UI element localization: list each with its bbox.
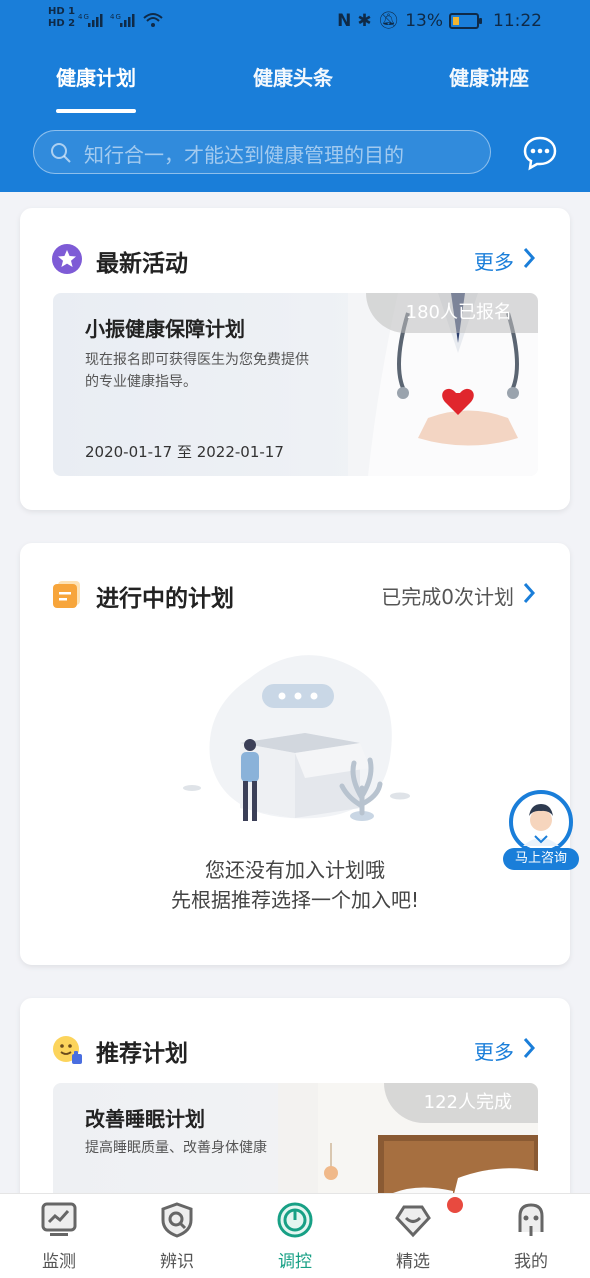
latest-activity-card: 最新活动 更多 小振健康保障计划 现在报名即可获得医生为您免费提供的专业健康指导… (20, 208, 570, 510)
search-bar[interactable]: 知行合一，才能达到健康管理的目的 (33, 130, 491, 174)
bottom-navigation: 监测 辨识 调控 精选 我的 (0, 1193, 590, 1278)
signup-count-badge: 180人已报名 (365, 293, 538, 333)
nav-mine[interactable]: 我的 (491, 1202, 571, 1272)
svg-text:4G: 4G (110, 13, 122, 21)
sim1-label: HD 1 (48, 6, 76, 17)
completed-plans-link[interactable]: 已完成0次计划 (381, 581, 536, 610)
chevron-right-icon (522, 247, 536, 274)
document-icon (52, 579, 82, 613)
nfc-icon: N (337, 11, 352, 31)
tab-health-headlines[interactable]: 健康头条 (253, 62, 333, 91)
search-icon (50, 142, 72, 168)
banner-date-range: 2020-01-17 至 2022-01-17 (85, 443, 284, 461)
svg-text:4G: 4G (78, 13, 90, 21)
heart-diamond-icon (394, 1205, 432, 1243)
nav-label: 调控 (278, 1252, 312, 1272)
nav-monitor[interactable]: 监测 (19, 1202, 99, 1272)
status-right: N ✱ 🔕︎ 13% 11:22 (337, 11, 542, 31)
empty-message-line2: 先根据推荐选择一个加入吧! (170, 888, 420, 912)
sim-indicator: HD 1 HD 2 (48, 6, 75, 30)
nav-featured[interactable]: 精选 (373, 1202, 453, 1272)
notification-dot (447, 1197, 463, 1213)
tab-health-lectures[interactable]: 健康讲座 (449, 62, 529, 91)
more-label: 更多 (474, 250, 514, 274)
power-icon (276, 1202, 314, 1243)
status-bar: HD 1 HD 2 4G 4G N ✱ 🔕︎ 13% 11:22 (0, 0, 590, 46)
nav-label: 监测 (42, 1252, 76, 1272)
tab-health-plan[interactable]: 健康计划 (56, 62, 136, 113)
sleep-banner-title: 改善睡眠计划 (85, 1107, 205, 1131)
more-label: 更多 (474, 1040, 514, 1064)
nav-identify[interactable]: 辨识 (137, 1202, 217, 1272)
nav-label: 精选 (396, 1252, 430, 1272)
nav-label: 我的 (514, 1252, 548, 1272)
battery-icon (449, 13, 482, 29)
shield-search-icon (158, 1202, 196, 1243)
thumbs-up-emoji-icon (52, 1034, 84, 1070)
message-icon[interactable] (522, 135, 558, 175)
ongoing-plan-card: 进行中的计划 已完成0次计划 您还没有加入计划哦 先根据推荐选择一个加入吧! (20, 543, 570, 965)
recommended-plan-card: 推荐计划 更多 改善睡眠计划 提高睡眠质量、改善身体健康 122人完成 (20, 998, 570, 1218)
completed-count-badge: 122人完成 (383, 1083, 538, 1123)
latest-activity-title: 最新活动 (96, 251, 188, 277)
consult-now-button[interactable]: 马上咨询 (503, 790, 579, 870)
nav-label: 辨识 (160, 1252, 194, 1272)
clock: 11:22 (493, 11, 542, 31)
chevron-right-icon (522, 1037, 536, 1064)
doctor-avatar-icon (509, 790, 573, 854)
banner-title: 小振健康保障计划 (85, 317, 245, 341)
chevron-right-icon (522, 582, 536, 609)
completed-plans-label: 已完成0次计划 (381, 585, 514, 609)
banner-description: 现在报名即可获得医生为您免费提供的专业健康指导。 (85, 352, 309, 390)
star-icon (52, 244, 82, 278)
sleep-banner-description: 提高睡眠质量、改善身体健康 (85, 1140, 267, 1156)
bluetooth-icon: ✱ (357, 11, 372, 31)
nav-regulate[interactable]: 调控 (255, 1202, 335, 1272)
search-input[interactable]: 知行合一，才能达到健康管理的目的 (84, 139, 404, 168)
sim2-label: HD 2 (48, 18, 76, 29)
empty-message-line1: 您还没有加入计划哦 (205, 858, 385, 882)
ongoing-plan-title: 进行中的计划 (96, 586, 234, 612)
person-icon (512, 1203, 550, 1243)
app-header: HD 1 HD 2 4G 4G N ✱ 🔕︎ 13% 11:22 健康计划 健康… (0, 0, 590, 192)
mute-icon: 🔕︎ (377, 11, 400, 31)
monitor-icon (40, 1202, 78, 1243)
consult-label: 马上咨询 (503, 848, 579, 870)
activity-banner[interactable]: 小振健康保障计划 现在报名即可获得医生为您免费提供的专业健康指导。 2020-0… (53, 293, 538, 476)
latest-more-link[interactable]: 更多 (474, 246, 536, 275)
recommended-more-link[interactable]: 更多 (474, 1036, 536, 1065)
battery-percent: 13% (405, 11, 443, 31)
empty-state-illustration (183, 655, 410, 821)
recommended-plan-title: 推荐计划 (96, 1041, 188, 1067)
top-tabs: 健康计划 健康头条 健康讲座 (0, 62, 590, 113)
signal-icon: 4G 4G (78, 10, 168, 34)
